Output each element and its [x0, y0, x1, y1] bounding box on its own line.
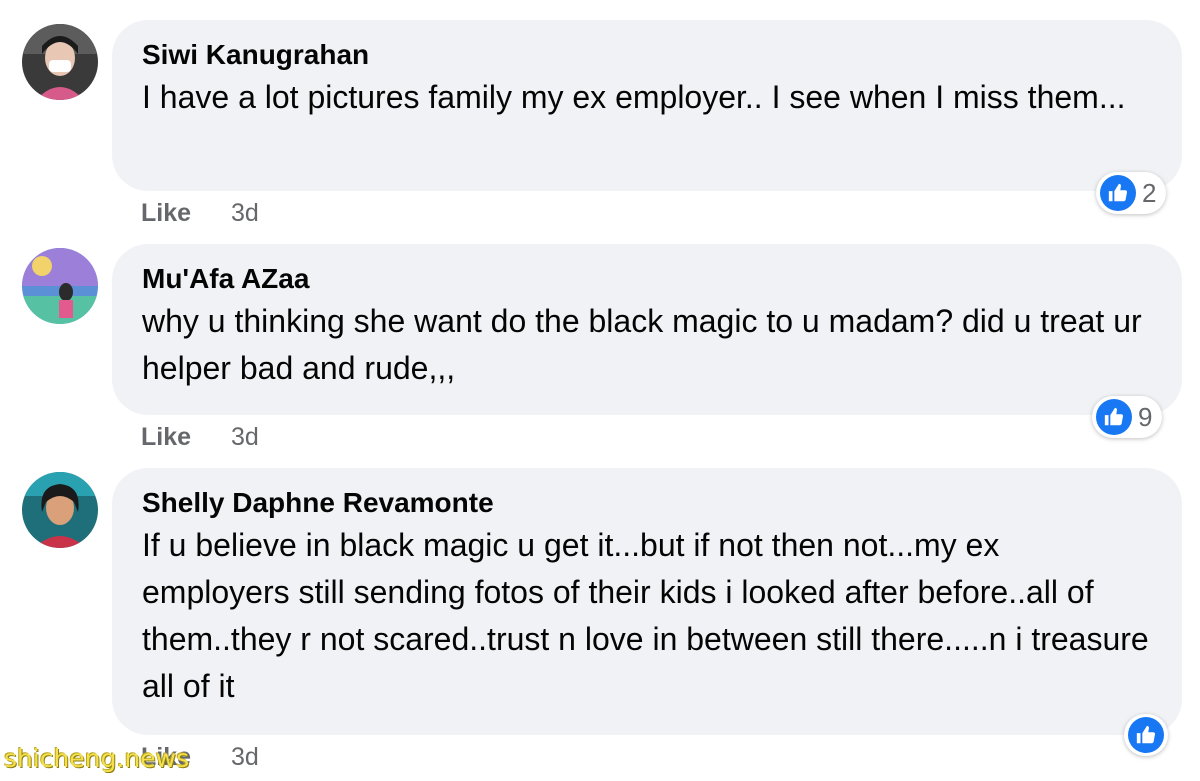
avatar[interactable]	[22, 248, 98, 324]
comment-text: If u believe in black magic u get it...b…	[142, 527, 1149, 704]
like-button[interactable]: Like	[141, 423, 191, 452]
reaction-count-number: 2	[1142, 177, 1157, 208]
comment-bubble: Mu'Afa AZaa why u thinking she want do t…	[112, 244, 1182, 415]
comment-actions: Like 3d	[141, 199, 259, 228]
comment-author[interactable]: Mu'Afa AZaa	[142, 262, 1152, 296]
reaction-count[interactable]: 9	[1092, 396, 1163, 438]
reaction-count[interactable]: 2	[1096, 172, 1167, 214]
comment-actions: Like 3d	[141, 423, 259, 452]
comment-author[interactable]: Shelly Daphne Revamonte	[142, 486, 1152, 520]
comment-text: I have a lot pictures family my ex emplo…	[142, 79, 1126, 115]
comment-bubble: Siwi Kanugrahan I have a lot pictures fa…	[112, 20, 1182, 191]
avatar[interactable]	[22, 472, 98, 548]
comments-thread: Siwi Kanugrahan I have a lot pictures fa…	[0, 0, 1200, 781]
reaction-count[interactable]	[1124, 714, 1168, 756]
like-button[interactable]: Like	[141, 199, 191, 228]
avatar-photo-icon	[22, 472, 98, 548]
avatar-photo-icon	[22, 24, 98, 100]
comment-timestamp[interactable]: 3d	[231, 423, 259, 452]
comment-timestamp[interactable]: 3d	[231, 743, 259, 772]
thumbs-up-icon	[1096, 399, 1132, 435]
watermark: shicheng.news	[4, 744, 190, 773]
comment-author[interactable]: Siwi Kanugrahan	[142, 38, 1152, 72]
thumbs-up-icon	[1128, 717, 1164, 753]
comment-bubble: Shelly Daphne Revamonte If u believe in …	[112, 468, 1182, 735]
avatar[interactable]	[22, 24, 98, 100]
thumbs-up-icon	[1100, 175, 1136, 211]
reaction-count-number: 9	[1138, 401, 1153, 432]
comment-text: why u thinking she want do the black mag…	[142, 303, 1142, 386]
comment-timestamp[interactable]: 3d	[231, 199, 259, 228]
avatar-photo-icon	[22, 248, 98, 324]
